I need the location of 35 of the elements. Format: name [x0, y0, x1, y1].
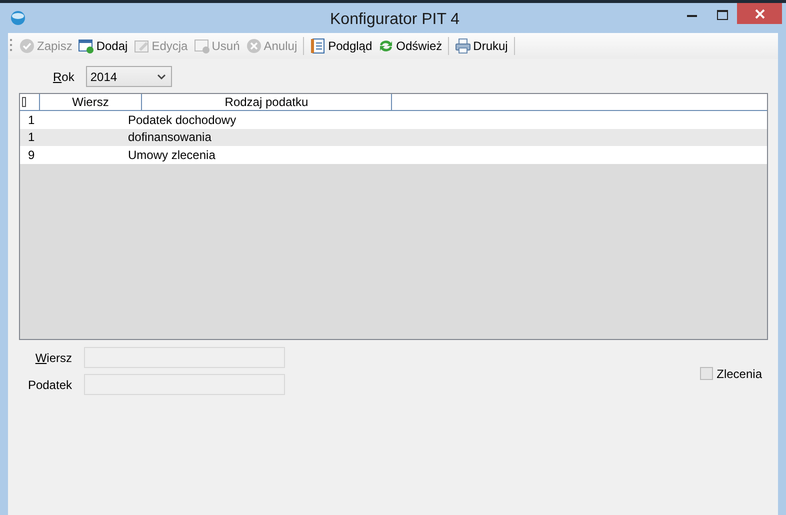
toolbar-grip-icon [10, 38, 13, 54]
document-icon [310, 38, 326, 54]
printer-icon [455, 38, 472, 54]
window-title: Konfigurator PIT 4 [330, 10, 460, 30]
x-circle-icon [246, 38, 262, 54]
field-label: Podatek [26, 376, 72, 394]
select-all-icon [22, 97, 26, 107]
app-icon [10, 10, 26, 26]
refresh-icon [378, 38, 394, 54]
table-cell-text: 1 [27, 112, 36, 129]
close-icon [754, 8, 764, 18]
maximize-icon [716, 10, 728, 20]
window-plus-icon [78, 38, 94, 54]
toolbar-button[interactable]: Odśwież [378, 36, 442, 56]
table-cell-text: 9 [27, 146, 36, 164]
check-circle-icon [19, 38, 35, 54]
year-label: Rok [53, 68, 74, 86]
window-minus-icon [194, 38, 210, 54]
minimize-icon [687, 14, 697, 16]
column-header[interactable]: Rodzaj podatku [142, 94, 392, 110]
toolbar-button[interactable]: Dodaj [78, 36, 128, 56]
chevron-down-icon [157, 74, 166, 80]
year-dropdown[interactable]: 2014 [86, 66, 172, 87]
table-cell-text: dofinansowania [128, 129, 212, 146]
toolbar-button[interactable]: Podgląd [310, 36, 372, 56]
column-header[interactable]: Wiersz [40, 94, 142, 110]
table-cell-text: 1 [27, 129, 36, 146]
checkbox[interactable] [700, 367, 713, 380]
toolbar-button[interactable]: Drukuj [455, 36, 508, 56]
table-cell-text: Podatek dochodowy [128, 112, 236, 129]
close-button[interactable] [737, 3, 782, 24]
field-label: Wiersz [34, 350, 72, 366]
pencil-icon [134, 38, 150, 54]
table-cell-text: Umowy zlecenia [128, 146, 216, 164]
checkbox-label: Zlecenia [716, 366, 762, 382]
